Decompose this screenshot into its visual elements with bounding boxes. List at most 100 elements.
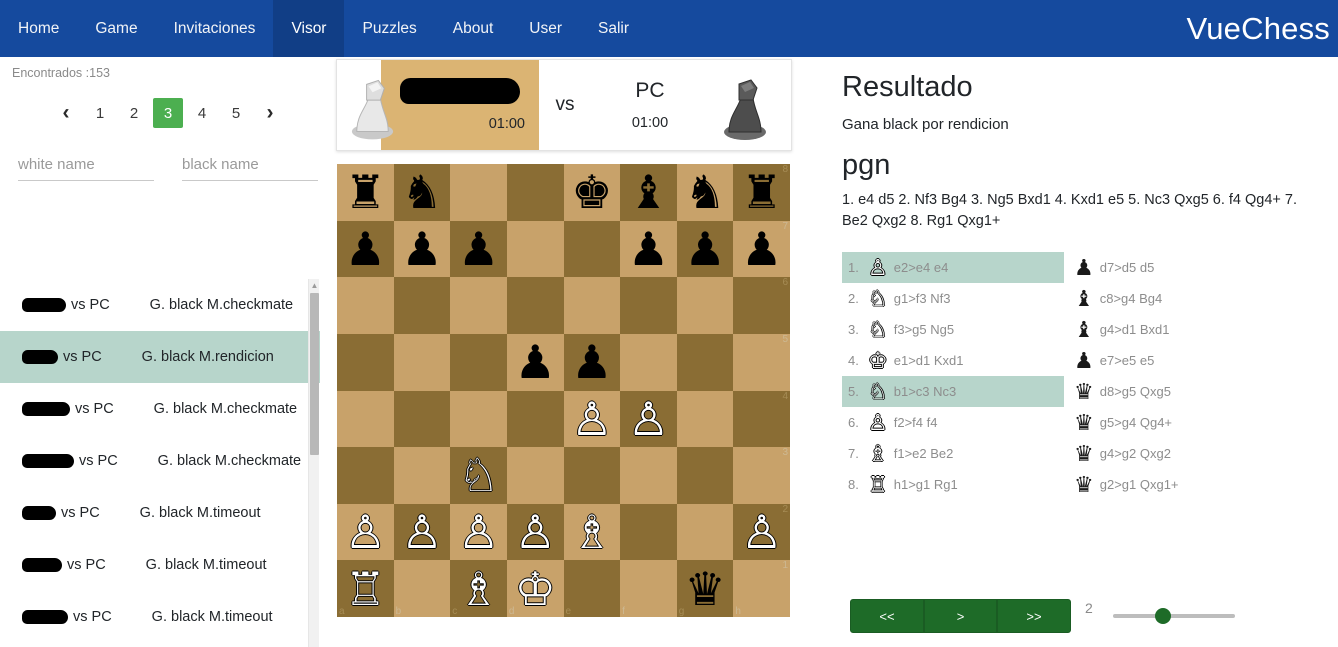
black-pawn-icon[interactable]: ♟ (684, 226, 725, 272)
white-pawn-icon[interactable]: ♙ (741, 509, 782, 555)
square-d3[interactable] (506, 447, 564, 504)
white-pawn-icon[interactable]: ♙ (458, 509, 499, 555)
square-h5[interactable]: 5 (733, 333, 790, 391)
pagination-page-4[interactable]: 4 (187, 98, 217, 128)
black-king-icon[interactable]: ♚ (571, 169, 612, 215)
square-d5[interactable]: ♟ (506, 333, 564, 391)
nav-item-user[interactable]: User (511, 0, 580, 57)
square-e2[interactable]: ♗ (563, 503, 621, 561)
square-g7[interactable]: ♟ (676, 220, 734, 278)
square-a3[interactable] (337, 447, 394, 504)
pagination-page-3[interactable]: 3 (153, 98, 183, 128)
square-c3[interactable]: ♘ (450, 447, 507, 504)
square-h8[interactable]: 8 ♜ (733, 164, 790, 221)
white-move-cell[interactable]: 8. ♖ h1>g1 Rg1 (842, 469, 1064, 500)
game-list-item[interactable]: vs PCG. black M.timeout (0, 487, 320, 539)
square-g6[interactable] (676, 277, 734, 334)
black-rook-icon[interactable]: ♜ (741, 169, 782, 215)
square-h2[interactable]: 2 ♙ (733, 503, 790, 561)
square-d6[interactable] (506, 277, 564, 334)
square-g5[interactable] (676, 333, 734, 391)
square-d4[interactable] (506, 390, 564, 448)
black-pawn-icon[interactable]: ♟ (741, 226, 782, 272)
black-bishop-icon[interactable]: ♝ (628, 169, 669, 215)
square-f7[interactable]: ♟ (620, 220, 677, 278)
white-pawn-icon[interactable]: ♙ (571, 396, 612, 442)
black-pawn-icon[interactable]: ♟ (345, 226, 386, 272)
square-f6[interactable] (620, 277, 677, 334)
white-pawn-icon[interactable]: ♙ (401, 509, 442, 555)
black-pawn-icon[interactable]: ♟ (401, 226, 442, 272)
square-b1[interactable]: b (393, 560, 451, 617)
game-list-item[interactable]: vs PCG. black M.timeout (0, 539, 320, 591)
square-g4[interactable] (676, 390, 734, 448)
square-b5[interactable] (393, 333, 451, 391)
scrollbar-thumb[interactable] (310, 293, 319, 455)
white-pawn-icon[interactable]: ♙ (515, 509, 556, 555)
square-g1[interactable]: g ♛ (676, 560, 734, 617)
white-king-icon[interactable]: ♔ (515, 566, 556, 612)
nav-item-game[interactable]: Game (77, 0, 155, 57)
black-move-cell[interactable]: ♛ g2>g1 Qxg1+ (1064, 469, 1264, 500)
square-a6[interactable] (337, 277, 394, 334)
square-g3[interactable] (676, 447, 734, 504)
square-g2[interactable] (676, 503, 734, 561)
square-e7[interactable] (563, 220, 621, 278)
square-d8[interactable] (506, 164, 564, 221)
black-move-cell[interactable]: ♝ c8>g4 Bg4 (1064, 283, 1264, 314)
square-d7[interactable] (506, 220, 564, 278)
pagination-page-5[interactable]: 5 (221, 98, 251, 128)
square-b2[interactable]: ♙ (393, 503, 451, 561)
square-b6[interactable] (393, 277, 451, 334)
white-knight-icon[interactable]: ♘ (458, 452, 499, 498)
white-pawn-icon[interactable]: ♙ (345, 509, 386, 555)
white-player-panel[interactable]: 01:00 (337, 60, 539, 150)
move-slider[interactable] (1112, 606, 1235, 626)
black-move-cell[interactable]: ♟ d7>d5 d5 (1064, 252, 1264, 283)
black-move-cell[interactable]: ♝ g4>d1 Bxd1 (1064, 314, 1264, 345)
pagination-next-icon[interactable]: › (255, 98, 285, 128)
scroll-up-icon[interactable]: ▲ (309, 279, 320, 291)
square-a2[interactable]: ♙ (337, 503, 394, 561)
square-e1[interactable]: e (563, 560, 621, 617)
black-knight-icon[interactable]: ♞ (401, 169, 442, 215)
black-move-cell[interactable]: ♛ g5>g4 Qg4+ (1064, 407, 1264, 438)
pagination-page-2[interactable]: 2 (119, 98, 149, 128)
nav-item-invitaciones[interactable]: Invitaciones (156, 0, 274, 57)
square-a4[interactable] (337, 390, 394, 448)
black-name-input[interactable] (182, 154, 318, 181)
square-e5[interactable]: ♟ (563, 333, 621, 391)
white-bishop-icon[interactable]: ♗ (458, 566, 499, 612)
black-move-cell[interactable]: ♛ d8>g5 Qxg5 (1064, 376, 1264, 407)
square-e3[interactable] (563, 447, 621, 504)
square-c4[interactable] (450, 390, 507, 448)
square-f8[interactable]: ♝ (620, 164, 677, 221)
square-f5[interactable] (620, 333, 677, 391)
pagination-page-1[interactable]: 1 (85, 98, 115, 128)
slider-thumb[interactable] (1154, 608, 1171, 624)
white-name-input[interactable] (18, 154, 154, 181)
square-c1[interactable]: c ♗ (450, 560, 507, 617)
square-a5[interactable] (337, 333, 394, 391)
square-g8[interactable]: ♞ (676, 164, 734, 221)
square-f3[interactable] (620, 447, 677, 504)
square-c6[interactable] (450, 277, 507, 334)
square-h7[interactable]: 7 ♟ (733, 220, 790, 278)
nav-item-visor[interactable]: Visor (273, 0, 345, 57)
games-list-scrollbar[interactable]: ▲ ▼ (308, 279, 319, 647)
square-f1[interactable]: f (620, 560, 677, 617)
square-b4[interactable] (393, 390, 451, 448)
square-h1[interactable]: h1 (733, 560, 790, 617)
game-list-item[interactable]: vs PCG. black M.timeout (0, 643, 320, 647)
black-move-cell[interactable]: ♛ g4>g2 Qxg2 (1064, 438, 1264, 469)
white-move-cell[interactable]: 7. ♗ f1>e2 Be2 (842, 438, 1064, 469)
square-c8[interactable] (450, 164, 507, 221)
white-pawn-icon[interactable]: ♙ (628, 396, 669, 442)
white-move-cell[interactable]: 1. ♙ e2>e4 e4 (842, 252, 1064, 284)
game-list-item[interactable]: vs PC G. black M.checkmate (0, 435, 320, 487)
first-move-button[interactable]: << (850, 599, 924, 633)
square-b3[interactable] (393, 447, 451, 504)
black-move-cell[interactable]: ♟ e7>e5 e5 (1064, 345, 1264, 376)
black-pawn-icon[interactable]: ♟ (458, 226, 499, 272)
square-d2[interactable]: ♙ (506, 503, 564, 561)
